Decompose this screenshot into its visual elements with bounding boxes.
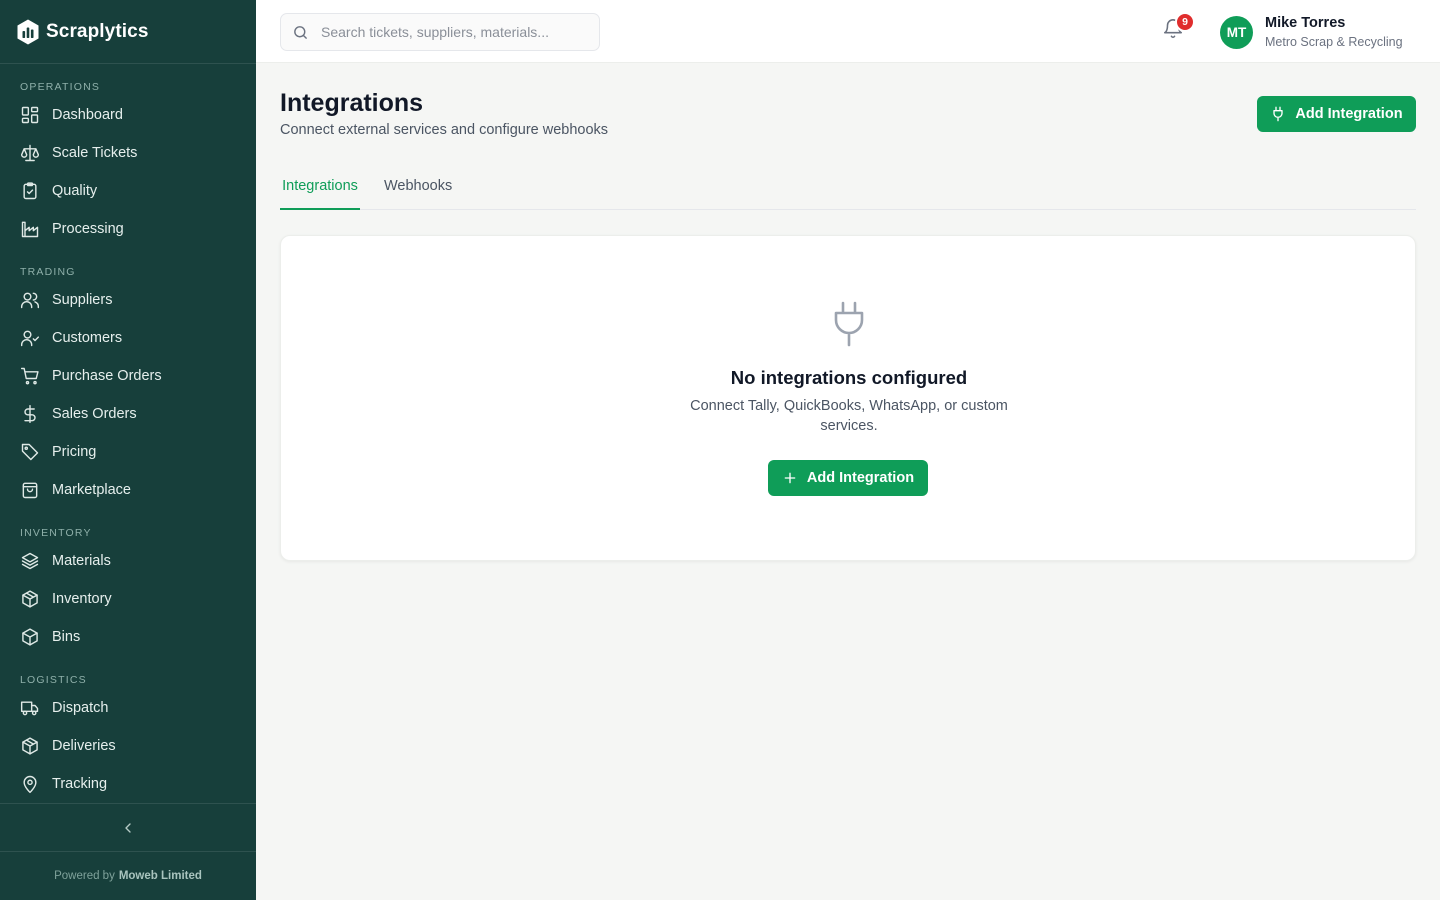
sidebar-item-customers[interactable]: Customers <box>0 319 256 357</box>
sidebar-item-dispatch[interactable]: Dispatch <box>0 689 256 727</box>
dashboard-icon <box>20 105 40 125</box>
sidebar-item-label: Quality <box>52 183 98 199</box>
sidebar-item-tracking[interactable]: Tracking <box>0 765 256 803</box>
empty-state-description: Connect Tally, QuickBooks, WhatsApp, or … <box>690 398 1008 434</box>
sidebar-item-label: Materials <box>52 553 111 569</box>
page-subtitle: Connect external services and configure … <box>280 122 609 138</box>
section-label-operations: OPERATIONS <box>20 81 101 93</box>
sidebar-item-marketplace[interactable]: Marketplace <box>0 471 256 509</box>
avatar[interactable]: MT <box>1220 16 1253 49</box>
sidebar-item-quality[interactable]: Quality <box>0 172 256 210</box>
tag-icon <box>20 442 40 462</box>
add-integration-button[interactable]: Add Integration <box>1257 96 1416 132</box>
sidebar-item-dashboard[interactable]: Dashboard <box>0 96 256 134</box>
notification-badge: 9 <box>1175 12 1195 32</box>
section-label-logistics: LOGISTICS <box>20 674 87 686</box>
factory-icon <box>20 219 40 239</box>
cart-icon <box>20 366 40 386</box>
sidebar-item-label: Scale Tickets <box>52 145 138 161</box>
main-content: Integrations Connect external services a… <box>256 63 1440 900</box>
user-check-icon <box>20 328 40 348</box>
sidebar-item-bins[interactable]: Bins <box>0 618 256 656</box>
empty-add-integration-button[interactable]: Add Integration <box>768 460 928 496</box>
empty-add-integration-label: Add Integration <box>806 470 915 486</box>
app-name: Scraplytics <box>46 20 149 42</box>
search-icon <box>294 25 307 39</box>
sidebar-item-materials[interactable]: Materials <box>0 542 256 580</box>
scale-icon <box>20 143 40 163</box>
sidebar-item-suppliers[interactable]: Suppliers <box>0 281 256 319</box>
user-organization: Metro Scrap & Recycling <box>1265 35 1403 49</box>
sidebar-item-label: Sales Orders <box>52 406 137 422</box>
dollar-icon <box>20 404 40 424</box>
search-box[interactable] <box>280 13 600 51</box>
section-label-trading: TRADING <box>20 266 76 278</box>
map-pin-icon <box>20 774 40 794</box>
sidebar-item-deliveries[interactable]: Deliveries <box>0 727 256 765</box>
add-integration-label: Add Integration <box>1295 106 1403 122</box>
plus-icon <box>784 472 796 484</box>
box-icon <box>20 627 40 647</box>
sidebar-item-sales-orders[interactable]: Sales Orders <box>0 395 256 433</box>
integrations-empty-state: No integrations configured Connect Tally… <box>280 235 1416 561</box>
page-title: Integrations <box>280 89 424 117</box>
tabs: Integrations Webhooks <box>280 168 1416 210</box>
clipboard-check-icon <box>20 181 40 201</box>
sidebar-item-label: Purchase Orders <box>52 368 162 384</box>
plug-icon <box>834 301 864 347</box>
powered-by-company[interactable]: Moweb Limited <box>119 870 202 882</box>
layers-icon <box>20 551 40 571</box>
search-input[interactable] <box>321 24 591 40</box>
sidebar-collapse-bar <box>0 803 256 852</box>
sidebar-item-label: Dispatch <box>52 700 109 716</box>
section-label-inventory: INVENTORY <box>20 527 92 539</box>
sidebar-item-label: Pricing <box>52 444 97 460</box>
sidebar-item-scale-tickets[interactable]: Scale Tickets <box>0 134 256 172</box>
sidebar-item-label: Inventory <box>52 591 112 607</box>
sidebar-item-label: Processing <box>52 221 124 237</box>
package-check-icon <box>20 736 40 756</box>
collapse-sidebar-button[interactable] <box>114 814 142 842</box>
sidebar: Scraplytics OPERATIONS Dashboard Scale T… <box>0 0 256 900</box>
empty-state-title: No integrations configured <box>730 367 968 388</box>
sidebar-item-pricing[interactable]: Pricing <box>0 433 256 471</box>
plug-icon <box>1273 106 1284 122</box>
chevron-left-icon <box>125 822 131 833</box>
shopping-bag-icon <box>20 480 40 500</box>
powered-by: Powered by Moweb Limited <box>0 852 256 900</box>
sidebar-item-label: Tracking <box>52 776 108 792</box>
sidebar-item-label: Deliveries <box>52 738 116 754</box>
sidebar-item-processing[interactable]: Processing <box>0 210 256 248</box>
topbar: 9 MT Mike Torres Metro Scrap & Recycling <box>256 0 1440 63</box>
powered-by-prefix: Powered by <box>54 870 115 882</box>
package-icon <box>20 589 40 609</box>
tab-webhooks[interactable]: Webhooks <box>384 168 452 210</box>
user-name[interactable]: Mike Torres <box>1265 15 1345 31</box>
sidebar-item-label: Marketplace <box>52 482 131 498</box>
sidebar-nav: OPERATIONS Dashboard Scale Tickets Quali… <box>0 64 256 803</box>
sidebar-item-label: Bins <box>52 629 81 645</box>
sidebar-item-label: Dashboard <box>52 107 123 123</box>
sidebar-item-inventory[interactable]: Inventory <box>0 580 256 618</box>
users-icon <box>20 290 40 310</box>
brand[interactable]: Scraplytics <box>0 0 256 64</box>
sidebar-item-label: Suppliers <box>52 292 113 308</box>
scraplytics-logo-icon <box>16 18 40 46</box>
tab-integrations[interactable]: Integrations <box>280 168 360 210</box>
truck-icon <box>20 698 40 718</box>
sidebar-item-label: Customers <box>52 330 123 346</box>
sidebar-item-purchase-orders[interactable]: Purchase Orders <box>0 357 256 395</box>
